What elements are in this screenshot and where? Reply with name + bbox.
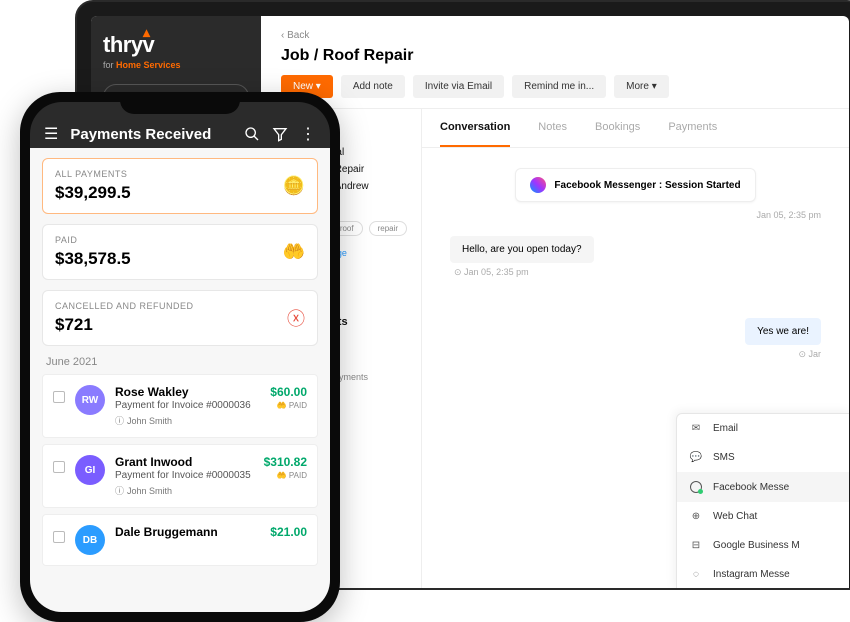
conversation-body: Facebook Messenger : Session Started Jan…: [422, 148, 849, 380]
avatar: DB: [75, 525, 105, 555]
outgoing-message: Yes we are!: [745, 318, 821, 345]
back-link[interactable]: ‹ Back: [281, 30, 829, 41]
checkbox[interactable]: [53, 391, 65, 403]
msg-timestamp-right: ⊙ Jar: [450, 349, 821, 360]
hand-money-icon: 🤲: [283, 242, 305, 263]
card-value: $39,299.5: [55, 183, 305, 203]
msg-timestamp: ⊙ Jan 05, 2:35 pm: [454, 267, 821, 278]
google-icon: ⊟: [689, 540, 703, 551]
phone-header: ☰ Payments Received ⋮: [30, 102, 330, 148]
tab-conversation[interactable]: Conversation: [440, 109, 510, 147]
payment-row[interactable]: GI Grant Inwood Payment for Invoice #000…: [42, 444, 318, 508]
card-label: PAID: [55, 235, 305, 245]
incoming-message: Hello, are you open today?: [450, 236, 594, 263]
webchat-icon: ⊕: [689, 511, 703, 522]
card-all-payments[interactable]: ALL PAYMENTS $39,299.5 🪙: [42, 158, 318, 214]
tab-notes[interactable]: Notes: [538, 109, 567, 147]
payer-name: Rose Wakley: [115, 385, 260, 399]
menu-email[interactable]: ✉Email: [677, 414, 849, 443]
content-split: f Repair ype: Residential cription: Roof…: [261, 109, 849, 588]
instagram-icon: ◌: [689, 569, 703, 580]
card-cancelled[interactable]: CANCELLED AND REFUNDED $721 ⓧ: [42, 290, 318, 346]
tab-bookings[interactable]: Bookings: [595, 109, 640, 147]
filter-icon[interactable]: [272, 126, 288, 142]
invite-email-button[interactable]: Invite via Email: [413, 75, 504, 98]
card-label: CANCELLED AND REFUNDED: [55, 301, 305, 311]
menu-icon[interactable]: ☰: [44, 124, 58, 144]
phone-body: ALL PAYMENTS $39,299.5 🪙 PAID $38,578.5 …: [30, 148, 330, 612]
channel-menu: ✉Email 💬SMS Facebook Messe ⊕Web Chat ⊟Go…: [676, 413, 849, 588]
menu-instagram[interactable]: ◌Instagram Messe: [677, 560, 849, 588]
remind-button[interactable]: Remind me in...: [512, 75, 606, 98]
menu-google[interactable]: ⊟Google Business M: [677, 531, 849, 560]
tab-bar: Conversation Notes Bookings Payments: [422, 109, 849, 148]
search-icon[interactable]: [244, 126, 260, 142]
messenger-icon: [530, 177, 546, 193]
avatar: RW: [75, 385, 105, 415]
checkbox[interactable]: [53, 461, 65, 473]
menu-webchat[interactable]: ⊕Web Chat: [677, 502, 849, 531]
page-title: Job / Roof Repair: [281, 47, 829, 65]
card-label: ALL PAYMENTS: [55, 169, 305, 179]
brand-subtitle: for Home Services: [103, 60, 249, 70]
tag[interactable]: repair: [369, 221, 407, 236]
session-pill: Facebook Messenger : Session Started: [515, 168, 755, 202]
tab-payments[interactable]: Payments: [668, 109, 717, 147]
card-value: $38,578.5: [55, 249, 305, 269]
phone-frame: ☰ Payments Received ⋮ ALL PAYMENTS $39,2…: [20, 92, 340, 622]
timestamp: Jan 05, 2:35 pm: [450, 210, 821, 220]
phone-title: Payments Received: [70, 126, 232, 143]
amount: $310.82: [264, 455, 307, 469]
payer-name: Dale Bruggemann: [115, 525, 260, 539]
menu-sms[interactable]: 💬SMS: [677, 443, 849, 472]
email-icon: ✉: [689, 423, 703, 434]
card-value: $721: [55, 315, 305, 335]
payment-row[interactable]: RW Rose Wakley Payment for Invoice #0000…: [42, 374, 318, 438]
action-row: New ▾ Add note Invite via Email Remind m…: [281, 75, 829, 98]
assigned-user: ⓘ John Smith: [115, 484, 254, 497]
amount: $60.00: [270, 385, 307, 399]
cancel-icon: ⓧ: [287, 305, 305, 331]
header: ‹ Back Job / Roof Repair New ▾ Add note …: [261, 16, 849, 109]
phone-screen: ☰ Payments Received ⋮ ALL PAYMENTS $39,2…: [30, 102, 330, 612]
session-label: Facebook Messenger : Session Started: [554, 180, 740, 191]
invoice-ref: Payment for Invoice #0000035: [115, 470, 254, 481]
menu-facebook[interactable]: Facebook Messe: [677, 472, 849, 502]
conversation-column: Conversation Notes Bookings Payments Fac…: [421, 109, 849, 588]
more-icon[interactable]: ⋮: [300, 124, 316, 144]
more-button[interactable]: More ▾: [614, 75, 669, 98]
status-badge: 🤲 PAID: [270, 401, 307, 410]
add-note-button[interactable]: Add note: [341, 75, 405, 98]
logo-caret-icon: ▴: [143, 24, 150, 41]
invoice-ref: Payment for Invoice #0000036: [115, 400, 260, 411]
messenger-icon: [689, 481, 703, 493]
brand-logo: ▴ thryv: [103, 32, 249, 58]
checkbox[interactable]: [53, 531, 65, 543]
avatar: GI: [75, 455, 105, 485]
main-pane: ‹ Back Job / Roof Repair New ▾ Add note …: [261, 16, 849, 588]
payment-row[interactable]: DB Dale Bruggemann $21.00: [42, 514, 318, 566]
amount: $21.00: [270, 525, 307, 539]
sms-icon: 💬: [689, 452, 703, 463]
payer-name: Grant Inwood: [115, 455, 254, 469]
card-paid[interactable]: PAID $38,578.5 🤲: [42, 224, 318, 280]
month-header: June 2021: [46, 356, 314, 368]
assigned-user: ⓘ John Smith: [115, 414, 260, 427]
status-badge: 🤲 PAID: [264, 471, 307, 480]
coins-icon: 🪙: [283, 176, 305, 197]
